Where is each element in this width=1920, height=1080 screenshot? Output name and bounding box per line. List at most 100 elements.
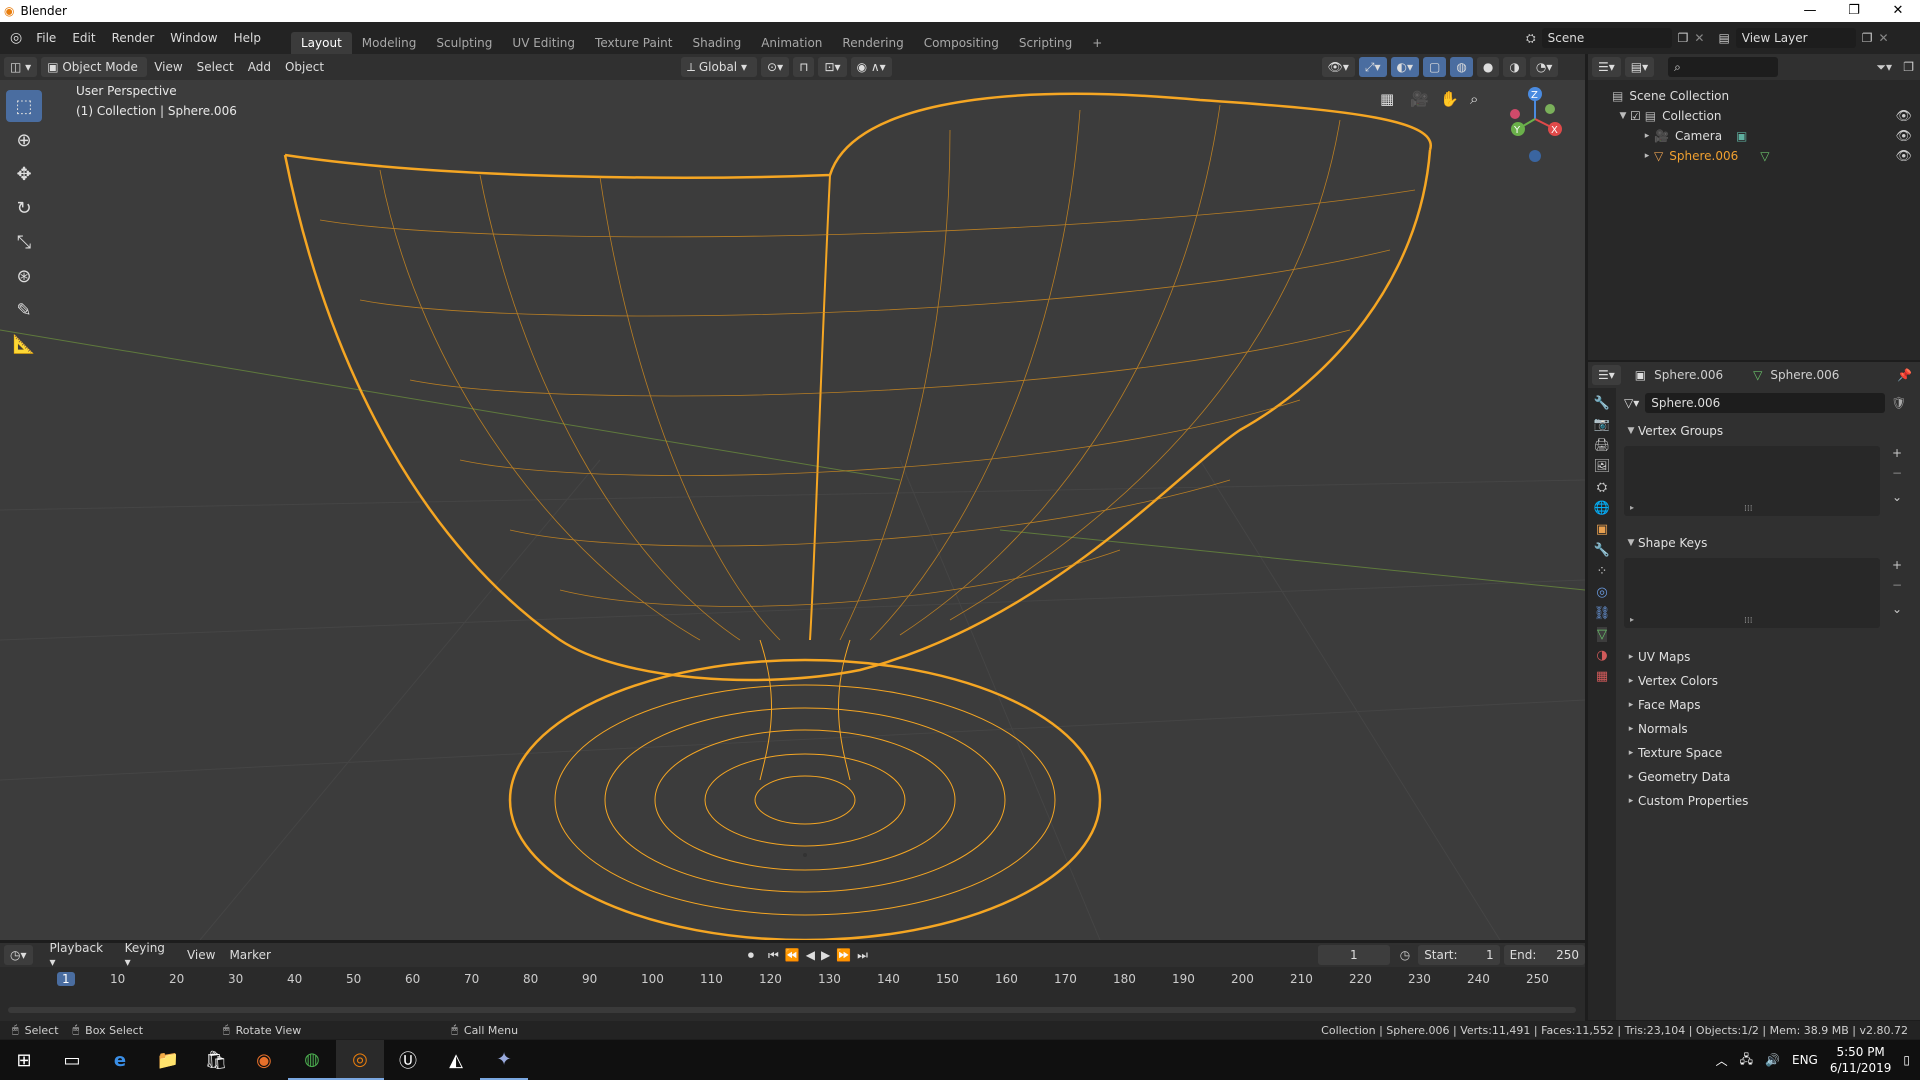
- jump-keyframe-back-icon[interactable]: ⏪: [785, 948, 800, 962]
- timeline-menu-marker[interactable]: Marker: [222, 948, 277, 962]
- vertex-groups-resize-handle[interactable]: ⁞⁞⁞: [1744, 504, 1753, 514]
- render-tab-icon[interactable]: 📷: [1594, 417, 1610, 432]
- world-tab-icon[interactable]: 🌐: [1594, 501, 1610, 516]
- datablock-name-input[interactable]: Sphere.006: [1645, 393, 1886, 413]
- windows-start-icon[interactable]: ⊞: [0, 1040, 48, 1080]
- new-view-layer-icon[interactable]: ❐: [1862, 31, 1873, 45]
- cursor-tool-icon[interactable]: ⊕: [6, 124, 42, 156]
- start-frame-input[interactable]: Start: 1: [1418, 945, 1500, 965]
- edge-icon[interactable]: e: [96, 1040, 144, 1080]
- overlay-toggle-icon[interactable]: ◐▾: [1390, 57, 1420, 77]
- rotate-tool-icon[interactable]: ↻: [6, 192, 42, 224]
- panel-texture-space[interactable]: ▸ Texture Space: [1624, 742, 1914, 764]
- data-tab-icon[interactable]: ▽: [1597, 627, 1607, 642]
- mesh-data-icon[interactable]: ▽: [1760, 149, 1769, 163]
- timeline-menu-view[interactable]: View: [180, 948, 222, 962]
- vertex-group-specials-button[interactable]: ⌄: [1892, 490, 1902, 504]
- panel-geometry-data[interactable]: ▸ Geometry Data: [1624, 766, 1914, 788]
- frame-ruler[interactable]: 1 10 20 30 40 50 60 70 80 90 100 110 120 130 140 150 160…: [0, 967, 1585, 991]
- visibility-icon[interactable]: 👁▾: [1321, 57, 1355, 77]
- scene-tab-icon[interactable]: ⛭: [1597, 480, 1607, 495]
- sphere-expand-icon[interactable]: ▸: [1640, 151, 1654, 161]
- unreal-icon[interactable]: Ⓤ: [384, 1040, 432, 1080]
- delete-view-layer-icon[interactable]: ✕: [1879, 31, 1889, 45]
- select-box-tool-icon[interactable]: ⬚: [6, 90, 42, 122]
- outliner-editor-type-icon[interactable]: ☰▾: [1592, 57, 1621, 77]
- tab-uv-editing[interactable]: UV Editing: [502, 32, 585, 54]
- tab-scripting[interactable]: Scripting: [1009, 32, 1082, 54]
- app-icon[interactable]: ✦: [480, 1040, 528, 1080]
- proportional-edit-icon[interactable]: ◉ ∧▾: [850, 57, 892, 77]
- remove-vertex-group-button[interactable]: −: [1892, 466, 1902, 480]
- annotate-tool-icon[interactable]: ✎: [6, 294, 42, 326]
- collection-expand-icon[interactable]: ▼: [1616, 111, 1630, 121]
- firefox-icon[interactable]: ◉: [240, 1040, 288, 1080]
- viewport-menu-add[interactable]: Add: [241, 60, 278, 74]
- pivot-icon[interactable]: ⊙▾: [761, 57, 790, 77]
- add-workspace-button[interactable]: +: [1082, 32, 1112, 54]
- scale-tool-icon[interactable]: ⤡: [6, 226, 42, 258]
- material-tab-icon[interactable]: ◑: [1596, 648, 1607, 663]
- jump-start-icon[interactable]: ⏮: [768, 948, 779, 963]
- camera-visibility-icon[interactable]: 👁: [1895, 129, 1912, 144]
- panel-custom-properties[interactable]: ▸ Custom Properties: [1624, 790, 1914, 812]
- volume-icon[interactable]: 🔊: [1765, 1053, 1780, 1067]
- move-tool-icon[interactable]: ✥: [6, 158, 42, 190]
- task-view-icon[interactable]: ▭: [48, 1040, 96, 1080]
- playhead[interactable]: 1: [57, 972, 75, 986]
- file-explorer-icon[interactable]: 📁: [144, 1040, 192, 1080]
- scene-selector[interactable]: Scene: [1541, 28, 1672, 48]
- delete-scene-icon[interactable]: ✕: [1694, 31, 1704, 45]
- output-tab-icon[interactable]: 🖨: [1594, 438, 1611, 453]
- chrome-icon[interactable]: ◍: [288, 1040, 336, 1080]
- shape-keys-filter-icon[interactable]: ▸: [1630, 615, 1634, 624]
- scene-collection-row[interactable]: ▤ Scene Collection: [1588, 86, 1920, 106]
- menu-edit[interactable]: Edit: [64, 22, 103, 54]
- navigation-gizmo[interactable]: Z X Y: [1500, 84, 1570, 164]
- sphere-visibility-icon[interactable]: 👁: [1895, 149, 1912, 164]
- tool-tab-icon[interactable]: 🔧: [1594, 396, 1610, 411]
- minimize-button[interactable]: —: [1788, 0, 1832, 22]
- restore-button[interactable]: ❐: [1832, 0, 1876, 22]
- shape-keys-resize-handle[interactable]: ⁞⁞⁞: [1744, 616, 1753, 626]
- play-reverse-icon[interactable]: ◀: [806, 948, 815, 962]
- network-icon[interactable]: 🖧: [1740, 1050, 1753, 1071]
- wireframe-shading-icon[interactable]: ◍: [1450, 57, 1473, 77]
- orientation-selector[interactable]: ⟂ Global ▾: [681, 57, 758, 77]
- camera-view-icon[interactable]: 🎥: [1410, 90, 1432, 112]
- particles-tab-icon[interactable]: ⁘: [1597, 564, 1608, 579]
- scene-icon[interactable]: ⛭: [1526, 31, 1536, 46]
- play-icon[interactable]: ▶: [821, 948, 830, 962]
- editor-type-icon[interactable]: ◫ ▾: [4, 57, 38, 77]
- snap-target-icon[interactable]: ⊡▾: [818, 57, 847, 77]
- timeline-menu-playback[interactable]: Playback ▾: [43, 941, 118, 969]
- transform-tool-icon[interactable]: ⊛: [6, 260, 42, 292]
- unity-icon[interactable]: ◭: [432, 1040, 480, 1080]
- add-shape-key-button[interactable]: +: [1892, 558, 1902, 572]
- remove-shape-key-button[interactable]: −: [1892, 578, 1902, 592]
- menu-window[interactable]: Window: [162, 22, 225, 54]
- camera-expand-icon[interactable]: ▸: [1640, 131, 1654, 141]
- viewport-menu-view[interactable]: View: [147, 60, 189, 74]
- shape-key-specials-button[interactable]: ⌄: [1892, 602, 1902, 616]
- store-icon[interactable]: 🛍: [192, 1040, 240, 1080]
- material-shading-icon[interactable]: ◑: [1503, 57, 1526, 77]
- pan-hand-icon[interactable]: ✋: [1440, 90, 1462, 112]
- tab-rendering[interactable]: Rendering: [832, 32, 913, 54]
- view-layer-tab-icon[interactable]: 🖼: [1594, 459, 1611, 474]
- tab-compositing[interactable]: Compositing: [914, 32, 1009, 54]
- end-frame-input[interactable]: End: 250: [1503, 945, 1585, 965]
- outliner-item-camera[interactable]: ▸ 🎥 Camera ▣ 👁: [1588, 126, 1920, 146]
- tab-modeling[interactable]: Modeling: [352, 32, 427, 54]
- shape-keys-list[interactable]: ▸ ⁞⁞⁞: [1624, 558, 1880, 628]
- menu-help[interactable]: Help: [226, 22, 269, 54]
- panel-vertex-colors[interactable]: ▸ Vertex Colors: [1624, 670, 1914, 692]
- panel-shape-keys[interactable]: ▼ Shape Keys: [1624, 532, 1914, 554]
- grid-view-icon[interactable]: ▦: [1380, 90, 1402, 112]
- rendered-shading-icon[interactable]: ◔▾: [1529, 57, 1559, 77]
- new-scene-icon[interactable]: ❐: [1678, 31, 1689, 45]
- viewport-menu-select[interactable]: Select: [190, 60, 241, 74]
- menu-render[interactable]: Render: [104, 22, 163, 54]
- outliner-search-input[interactable]: ⌕: [1668, 57, 1779, 77]
- camera-data-icon[interactable]: ▣: [1736, 129, 1747, 143]
